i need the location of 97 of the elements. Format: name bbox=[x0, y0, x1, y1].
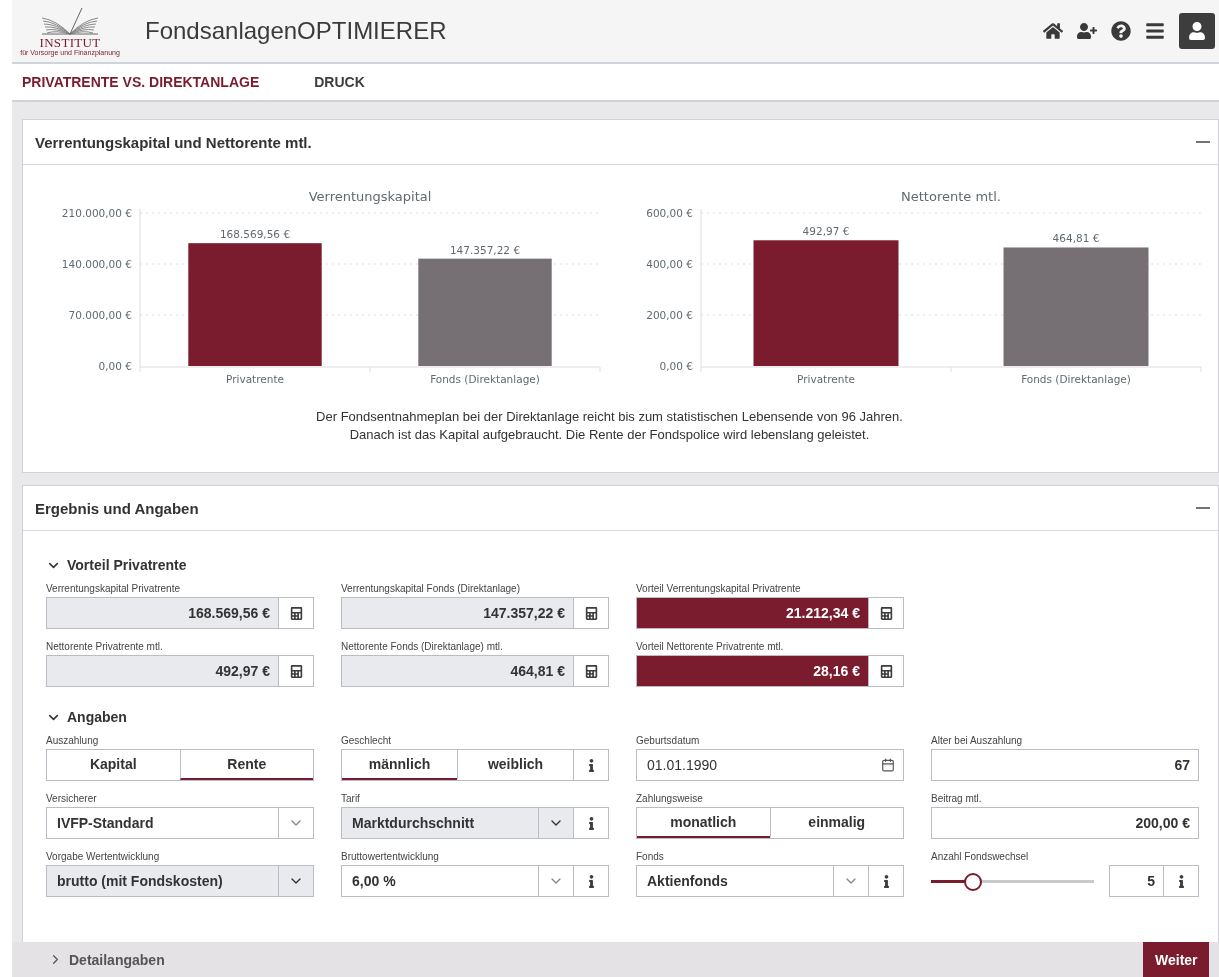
axis-label: Privatrente bbox=[797, 373, 855, 385]
field-label: Anzahl Fondswechsel bbox=[931, 851, 1030, 863]
details-toggle[interactable]: Detailangaben bbox=[48, 951, 165, 968]
calculator-icon bbox=[289, 664, 303, 678]
info-button[interactable] bbox=[1164, 865, 1199, 897]
field-label: Geschlecht bbox=[341, 735, 393, 747]
info-button[interactable] bbox=[869, 865, 904, 897]
field-label: Tarif bbox=[341, 793, 361, 805]
output-field: 147.357,22 € bbox=[341, 597, 574, 629]
section-title: Vorteil Privatrente bbox=[67, 557, 187, 573]
axis-label: Fonds (Direktanlage) bbox=[1021, 373, 1131, 385]
field-label: Verrentungskapital Privatrente bbox=[46, 583, 181, 595]
menu-icon[interactable] bbox=[1145, 21, 1165, 41]
next-button[interactable]: Weiter bbox=[1143, 942, 1209, 977]
info-button[interactable] bbox=[574, 807, 609, 839]
toggle-option[interactable]: einmalig bbox=[769, 808, 903, 838]
toggle-option[interactable]: weiblich bbox=[457, 750, 573, 780]
calculator-button[interactable] bbox=[279, 597, 314, 629]
axis-label: 210.000,00 € bbox=[61, 207, 132, 219]
info-button[interactable] bbox=[574, 749, 609, 781]
calculator-icon bbox=[879, 606, 893, 620]
field-label: Vorteil Nettorente Privatrente mtl. bbox=[636, 641, 785, 653]
user-icon bbox=[1188, 22, 1206, 40]
axis-label: 0,00 € bbox=[659, 360, 693, 372]
note-text: Danach ist das Kapital aufgebraucht. Die Rente der Fondspolice wird lebenslang geleistet. bbox=[349, 426, 870, 444]
field-label: Nettorente Fonds (Direktanlage) mtl. bbox=[341, 641, 504, 653]
section-toggle[interactable]: Angaben bbox=[46, 709, 1218, 725]
toggle-option[interactable]: Rente bbox=[179, 750, 313, 780]
field-label: Versicherer bbox=[46, 793, 98, 805]
axis-label: 140.000,00 € bbox=[61, 258, 132, 270]
calculator-button[interactable] bbox=[279, 655, 314, 687]
output-field: 492,97 € bbox=[46, 655, 279, 687]
section-title: Angaben bbox=[67, 709, 127, 725]
input-field[interactable]: 5 bbox=[1109, 865, 1164, 897]
value-label: 147.357,22 € bbox=[449, 243, 521, 256]
help-icon[interactable] bbox=[1111, 21, 1131, 41]
dropdown[interactable]: Marktdurchschnitt bbox=[341, 807, 574, 839]
note-text: Der Fondsentnahmeplan bei der Direktanlage reicht bis zum statistischen Lebensende von 96 Jahren. bbox=[316, 408, 903, 426]
field-label: Vorteil Verrentungskapital Privatrente bbox=[636, 583, 802, 595]
book-logo-icon bbox=[40, 5, 100, 36]
calculator-button[interactable] bbox=[574, 597, 609, 629]
field-label: Bruttowertentwicklung bbox=[341, 851, 440, 863]
calculator-button[interactable] bbox=[869, 655, 904, 687]
info-button[interactable] bbox=[574, 865, 609, 897]
field-label: Beitrag mtl. bbox=[931, 793, 983, 805]
add-user-icon[interactable] bbox=[1077, 21, 1097, 41]
dropdown[interactable]: 6,00 % bbox=[341, 865, 574, 897]
panel-title: Verrentungskapital und Nettorente mtl. bbox=[35, 133, 312, 151]
axis-label: Privatrente bbox=[226, 373, 284, 385]
calculator-icon bbox=[879, 664, 893, 678]
axis-label: 400,00 € bbox=[646, 258, 693, 270]
dropdown[interactable]: IVFP-Standard bbox=[46, 807, 314, 839]
axis-label: 200,00 € bbox=[646, 309, 693, 321]
value-label: 464,81 € bbox=[1052, 232, 1100, 245]
axis-label: 70.000,00 € bbox=[68, 309, 132, 321]
date-field[interactable]: 01.01.1990 bbox=[636, 749, 904, 781]
field-label: Geburtsdatum bbox=[636, 735, 701, 747]
toggle-option[interactable]: monatlich bbox=[637, 808, 770, 838]
field-label: Fonds bbox=[636, 851, 665, 863]
field-label: Verrentungskapital Fonds (Direktanlage) bbox=[341, 583, 521, 595]
section-toggle[interactable]: Vorteil Privatrente bbox=[46, 557, 1218, 573]
slider-thumb[interactable] bbox=[963, 872, 982, 891]
axis-label: 0,00 € bbox=[98, 360, 132, 372]
home-icon[interactable] bbox=[1043, 21, 1063, 41]
output-field: 21.212,34 € bbox=[636, 597, 869, 629]
toggle-option[interactable]: Kapital bbox=[47, 750, 180, 780]
value-label: 492,97 € bbox=[802, 225, 850, 238]
calculator-icon bbox=[289, 606, 303, 620]
calculator-button[interactable] bbox=[869, 597, 904, 629]
user-button[interactable] bbox=[1179, 13, 1215, 49]
field-label: Auszahlung bbox=[46, 735, 100, 747]
nav-tab[interactable]: PRIVATRENTE VS. DIREKTANLAGE bbox=[22, 74, 260, 90]
panel-title: Ergebnis und Angaben bbox=[35, 499, 199, 517]
field-label: Alter bei Auszahlung bbox=[931, 735, 1024, 747]
calculator-icon bbox=[584, 664, 598, 678]
value-label: 168.569,56 € bbox=[219, 228, 291, 241]
app-title: FondsanlagenOPTIMIERER bbox=[145, 17, 448, 45]
toggle-option[interactable]: männlich bbox=[342, 750, 457, 780]
calendar-icon[interactable] bbox=[881, 758, 895, 772]
dropdown[interactable]: Aktienfonds bbox=[636, 865, 869, 897]
nav-tab[interactable]: DRUCK bbox=[314, 74, 365, 90]
axis-label: Fonds (Direktanlage) bbox=[430, 373, 540, 385]
calculator-button[interactable] bbox=[574, 655, 609, 687]
field-label: Nettorente Privatrente mtl. bbox=[46, 641, 164, 653]
axis-label: 600,00 € bbox=[646, 207, 693, 219]
output-field: 464,81 € bbox=[341, 655, 574, 687]
chart-title: Nettorente mtl. bbox=[901, 189, 1001, 204]
output-field: 28,16 € bbox=[636, 655, 869, 687]
chart-title: Verrentungskapital bbox=[308, 189, 432, 204]
input-field[interactable]: 67 bbox=[931, 749, 1199, 781]
output-field: 168.569,56 € bbox=[46, 597, 279, 629]
input-field[interactable]: 200,00 € bbox=[931, 807, 1199, 839]
calculator-icon bbox=[584, 606, 598, 620]
dropdown[interactable]: brutto (mit Fondskosten) bbox=[46, 865, 314, 897]
logo-text: INSTITUT bbox=[39, 35, 101, 49]
field-label: Vorgabe Wertentwicklung bbox=[46, 851, 161, 863]
field-label: Zahlungsweise bbox=[636, 793, 704, 805]
